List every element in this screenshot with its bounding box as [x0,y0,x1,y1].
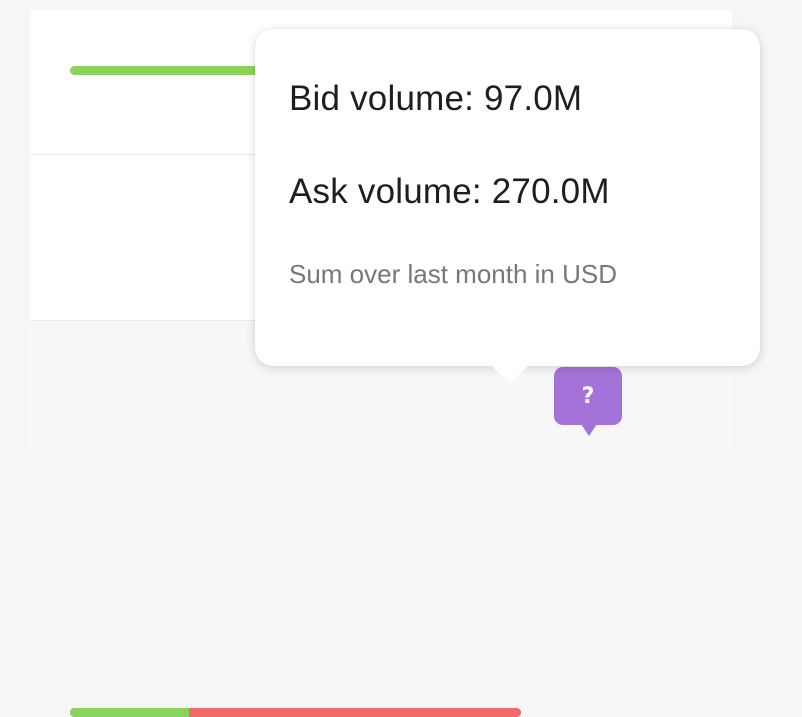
bid-volume-text: Bid volume: 97.0M [289,79,583,118]
volume-bar[interactable] [70,708,521,717]
help-button[interactable]: ? [554,367,622,436]
volume-tooltip: Bid volume: 97.0M Ask volume: 270.0M Sum… [255,29,760,384]
bid-segment [70,708,190,717]
ask-volume-text: Ask volume: 270.0M [289,172,610,211]
ask-segment [189,708,521,717]
question-icon: ? [581,383,595,409]
tooltip-note: Sum over last month in USD [289,259,618,289]
